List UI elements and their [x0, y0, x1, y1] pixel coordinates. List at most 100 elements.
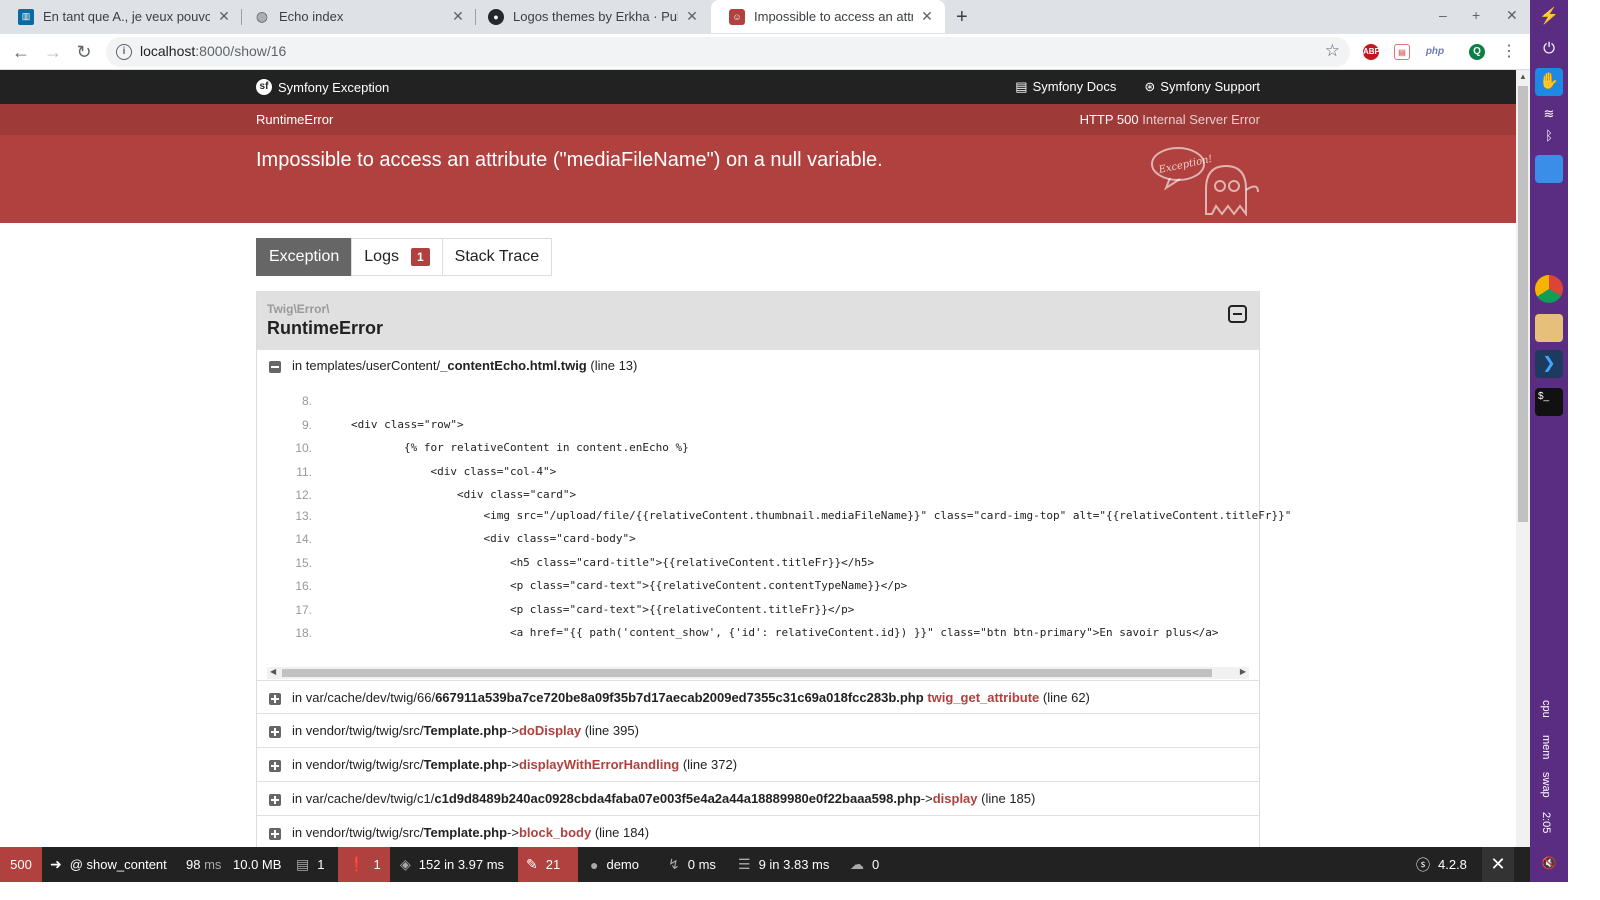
logs-item[interactable]: ▤ 1 — [296, 847, 324, 882]
app-launcher-icon[interactable]: ✋ — [1535, 68, 1563, 96]
site-info-icon[interactable]: i — [116, 44, 132, 60]
symfony-header: sf Symfony Exception ▤ Symfony Docs ⊛ Symf… — [0, 70, 1516, 104]
user-item[interactable]: ● demo — [590, 847, 639, 882]
close-tab-icon[interactable]: ✕ — [919, 8, 935, 25]
chrome-app-icon[interactable] — [1535, 275, 1563, 303]
new-tab-button[interactable]: + — [956, 6, 968, 29]
code-excerpt: 8. 9. <div class="row"> 10. {% for relati… — [257, 380, 1291, 680]
http-client-item[interactable]: ☁ 0 — [850, 847, 879, 882]
files-app-icon[interactable] — [1535, 314, 1563, 342]
exception-page: sf Symfony Exception ▤ Symfony Docs ⊛ Symf… — [0, 70, 1516, 847]
exception-class-title: RuntimeError — [267, 318, 384, 338]
power-icon[interactable]: ⏻ — [1530, 40, 1568, 57]
volume-muted-icon[interactable]: 🔇 — [1530, 856, 1568, 870]
tab-stack-trace[interactable]: Stack Trace — [441, 238, 553, 276]
close-tab-icon[interactable]: ✕ — [684, 8, 700, 25]
logs-count-badge: 1 — [410, 248, 430, 266]
trace-header: Twig\Error\ RuntimeError — [257, 292, 1259, 350]
collapse-toggle-icon[interactable] — [1228, 305, 1247, 323]
translation-item[interactable]: ✎ 21 — [518, 847, 578, 882]
trace-frame[interactable]: in var/cache/dev/twig/c1/c1d9d8489b240ac… — [257, 782, 1259, 816]
arrow-right-icon: ➜ — [50, 856, 62, 872]
vscode-app-icon[interactable]: ❯ — [1535, 350, 1563, 378]
cpu-monitor-label: cpu — [1540, 700, 1552, 718]
active-chrome-indicator[interactable] — [1535, 155, 1563, 183]
lifebuoy-icon: ⊛ — [1144, 79, 1156, 94]
expand-icon[interactable] — [269, 726, 281, 738]
browser-toolbar: ← → ↻ i localhost:8000/show/16 ☆ ABP ▤ p… — [0, 34, 1530, 70]
scroll-right-icon[interactable]: ▶ — [1240, 667, 1246, 676]
browser-tab-4-active[interactable]: ☺ Impossible to access an attribu ✕ — [711, 0, 945, 33]
ghost-speech-text: Exception! — [1157, 154, 1214, 176]
exception-message: Impossible to access an attribute ("medi… — [256, 149, 883, 171]
route-item[interactable]: ➜ @ show_content — [50, 847, 167, 882]
browser-tab-strip: ▥ En tant que A., je veux pouvoir l ✕ ◍ … — [0, 0, 1530, 34]
page-vertical-scrollbar[interactable]: ▲ ▼ — [1516, 70, 1530, 882]
tab-logs[interactable]: Logs 1 — [351, 238, 443, 276]
browser-tab-2[interactable]: ◍ Echo index ✕ — [236, 0, 476, 33]
scroll-up-icon[interactable]: ▲ — [1519, 72, 1527, 81]
reload-icon[interactable]: ↻ — [72, 40, 96, 64]
chrome-menu-icon[interactable]: ⋮ — [1497, 40, 1521, 64]
expand-icon[interactable] — [269, 828, 281, 840]
brand-label: Symfony Exception — [278, 79, 390, 95]
github-icon: ● — [488, 8, 504, 25]
page-scrollbar-thumb[interactable] — [1518, 86, 1528, 522]
trace-frame[interactable]: in vendor/twig/twig/src/Template.php->do… — [257, 714, 1259, 748]
expand-icon[interactable] — [269, 693, 281, 705]
adblock-extension-icon[interactable]: ABP — [1363, 44, 1380, 60]
terminal-app-icon[interactable]: $_ — [1535, 388, 1563, 416]
close-tab-icon[interactable]: ✕ — [216, 8, 232, 25]
symfony-docs-link[interactable]: ▤ Symfony Docs — [1015, 79, 1116, 95]
errors-item[interactable]: ❗ 1 — [338, 847, 390, 882]
tab-exception[interactable]: Exception — [256, 238, 353, 276]
symfony-logo-icon: sf — [256, 79, 272, 95]
stack-trace-panel: Twig\Error\ RuntimeError in templates/us… — [256, 291, 1291, 847]
database-item[interactable]: ☰ 9 in 3.83 ms — [738, 847, 829, 882]
time-item[interactable]: 98 ms — [186, 847, 221, 882]
collapse-icon[interactable] — [269, 361, 281, 373]
events-item[interactable]: ↯ 0 ms — [668, 847, 716, 882]
expand-icon[interactable] — [269, 794, 281, 806]
trace-frame[interactable]: in var/cache/dev/twig/66/667911a539ba7ce… — [257, 680, 1259, 714]
battery-icon: ⚡ — [1539, 8, 1559, 25]
php-extension-icon[interactable]: php — [1424, 44, 1446, 60]
expand-icon[interactable] — [269, 760, 281, 772]
pdf-extension-icon[interactable]: ▤ — [1394, 44, 1410, 60]
window-close-icon[interactable]: ✕ — [1506, 7, 1518, 24]
status-code-item[interactable]: 500 — [0, 847, 42, 882]
forward-icon[interactable]: → — [41, 40, 65, 64]
profile-avatar[interactable]: Q — [1469, 44, 1485, 60]
database-icon: ☰ — [738, 856, 751, 872]
code-horizontal-scrollbar[interactable]: ◀ ▶ — [267, 667, 1249, 679]
events-icon: ↯ — [668, 856, 680, 872]
wifi-icon: ≋ — [1543, 106, 1555, 121]
symfony-support-link[interactable]: ⊛ Symfony Support — [1144, 79, 1260, 95]
scrollbar-thumb[interactable] — [282, 669, 1212, 677]
address-bar[interactable]: i localhost:8000/show/16 ☆ — [106, 37, 1350, 67]
trace-frame[interactable]: in vendor/twig/twig/src/Template.php->di… — [257, 748, 1259, 782]
minimize-icon[interactable]: – — [1439, 7, 1447, 23]
exception-tabs: Exception Logs 1 Stack Trace — [256, 238, 553, 276]
cache-item[interactable]: ◈ 152 in 3.97 ms — [400, 847, 504, 882]
bookmark-star-icon[interactable]: ☆ — [1325, 41, 1340, 61]
trace-frame[interactable]: in vendor/twig/twig/src/Template.php->bl… — [257, 816, 1259, 847]
swap-monitor-label: swap — [1540, 772, 1552, 798]
trace-line-expanded[interactable]: in templates/userContent/_contentEcho.ht… — [257, 350, 1259, 380]
back-icon[interactable]: ← — [9, 40, 33, 64]
trello-icon: ▥ — [18, 8, 34, 25]
error-icon: ❗ — [348, 856, 366, 872]
tab-title: Echo index — [279, 9, 344, 24]
memory-item[interactable]: 10.0 MB — [233, 847, 281, 882]
close-toolbar-icon[interactable]: ✕ — [1482, 847, 1514, 882]
symfony-debug-toolbar: 500 ➜ @ show_content 98 ms 10.0 MB ▤ 1 ❗ 1 … — [0, 847, 1530, 882]
symfony-error-icon: ☺ — [729, 8, 745, 25]
url-text[interactable]: localhost:8000/show/16 — [140, 43, 286, 59]
scroll-left-icon[interactable]: ◀ — [270, 667, 276, 676]
browser-tab-1[interactable]: ▥ En tant que A., je veux pouvoir l ✕ — [0, 0, 242, 33]
symfony-version-item[interactable]: ⓢ 4.2.8 — [1416, 847, 1467, 882]
browser-tab-3[interactable]: ● Logos themes by Erkha · Pull Re ✕ — [470, 0, 710, 33]
close-tab-icon[interactable]: ✕ — [450, 8, 466, 25]
user-icon: ● — [590, 856, 599, 873]
maximize-icon[interactable]: + — [1472, 7, 1480, 23]
